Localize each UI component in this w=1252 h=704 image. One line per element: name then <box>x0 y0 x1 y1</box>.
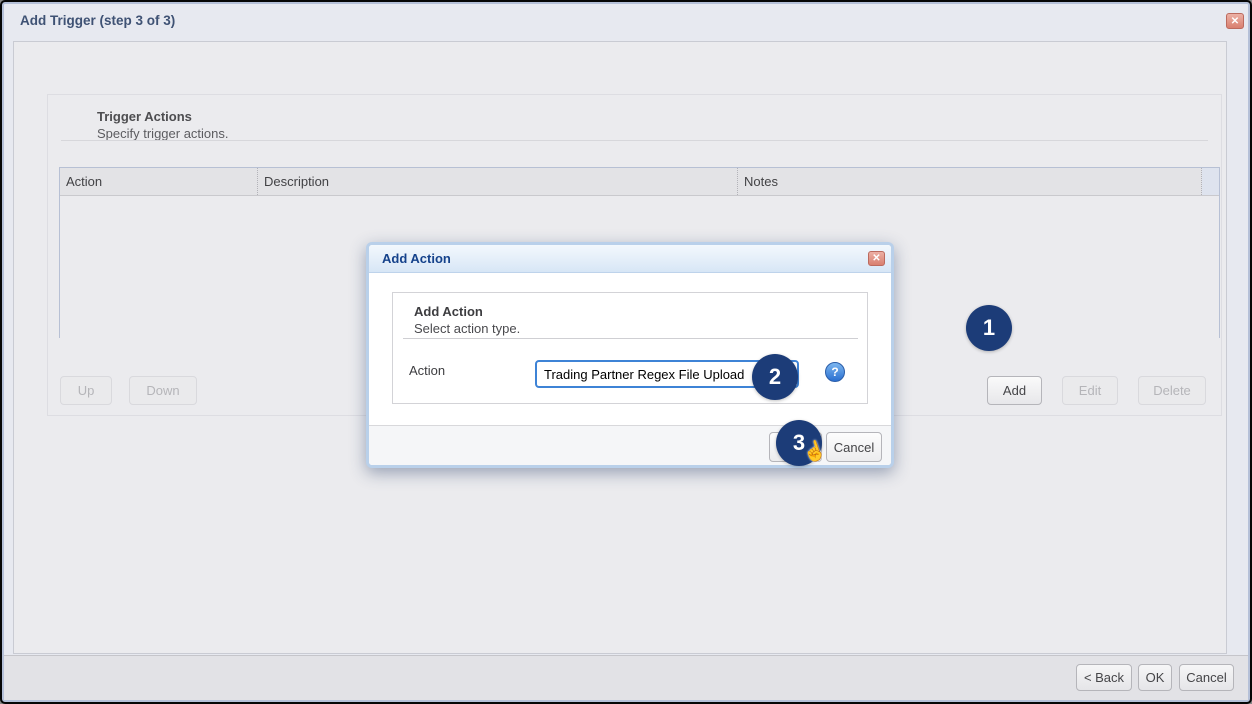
action-field-label: Action <box>409 363 445 378</box>
action-select-value: Trading Partner Regex File Upload <box>544 367 744 382</box>
column-header-spacer <box>1202 168 1219 195</box>
screenshot-frame: Add Trigger (step 3 of 3) ✕ Trigger Acti… <box>0 0 1252 704</box>
window-close-icon[interactable]: ✕ <box>1226 13 1244 29</box>
help-icon[interactable]: ? <box>825 362 845 382</box>
add-button[interactable]: Add <box>987 376 1042 405</box>
dialog-title: Add Action <box>382 251 451 266</box>
down-button[interactable]: Down <box>129 376 197 405</box>
section-subtitle: Specify trigger actions. <box>97 126 229 141</box>
dialog-titlebar: Add Action ✕ <box>369 245 891 273</box>
callout-badge-2: 2 <box>752 354 798 400</box>
dialog-cancel-button[interactable]: Cancel <box>826 432 882 462</box>
callout-badge-1: 1 <box>966 305 1012 351</box>
add-trigger-window: Add Trigger (step 3 of 3) ✕ Trigger Acti… <box>2 2 1250 702</box>
section-title: Trigger Actions <box>97 109 192 124</box>
panel-subtitle: Select action type. <box>414 321 520 336</box>
section-divider <box>61 140 1208 141</box>
ok-button[interactable]: OK <box>1138 664 1172 691</box>
wizard-footer-bar: < Back OK Cancel <box>4 655 1248 700</box>
column-header-notes[interactable]: Notes <box>738 168 1202 195</box>
panel-title: Add Action <box>414 304 483 319</box>
table-header-row: Action Description Notes <box>60 168 1219 196</box>
edit-button[interactable]: Edit <box>1062 376 1118 405</box>
select-action-panel: Add Action Select action type. Action Tr… <box>392 292 868 404</box>
window-title: Add Trigger (step 3 of 3) <box>20 13 175 28</box>
column-header-description[interactable]: Description <box>258 168 738 195</box>
dialog-close-icon[interactable]: ✕ <box>868 251 885 266</box>
up-button[interactable]: Up <box>60 376 112 405</box>
dialog-body: Add Action Select action type. Action Tr… <box>369 273 891 425</box>
delete-button[interactable]: Delete <box>1138 376 1206 405</box>
wizard-cancel-button[interactable]: Cancel <box>1179 664 1234 691</box>
panel-divider <box>403 338 858 339</box>
back-button[interactable]: < Back <box>1076 664 1132 691</box>
column-header-action[interactable]: Action <box>60 168 258 195</box>
